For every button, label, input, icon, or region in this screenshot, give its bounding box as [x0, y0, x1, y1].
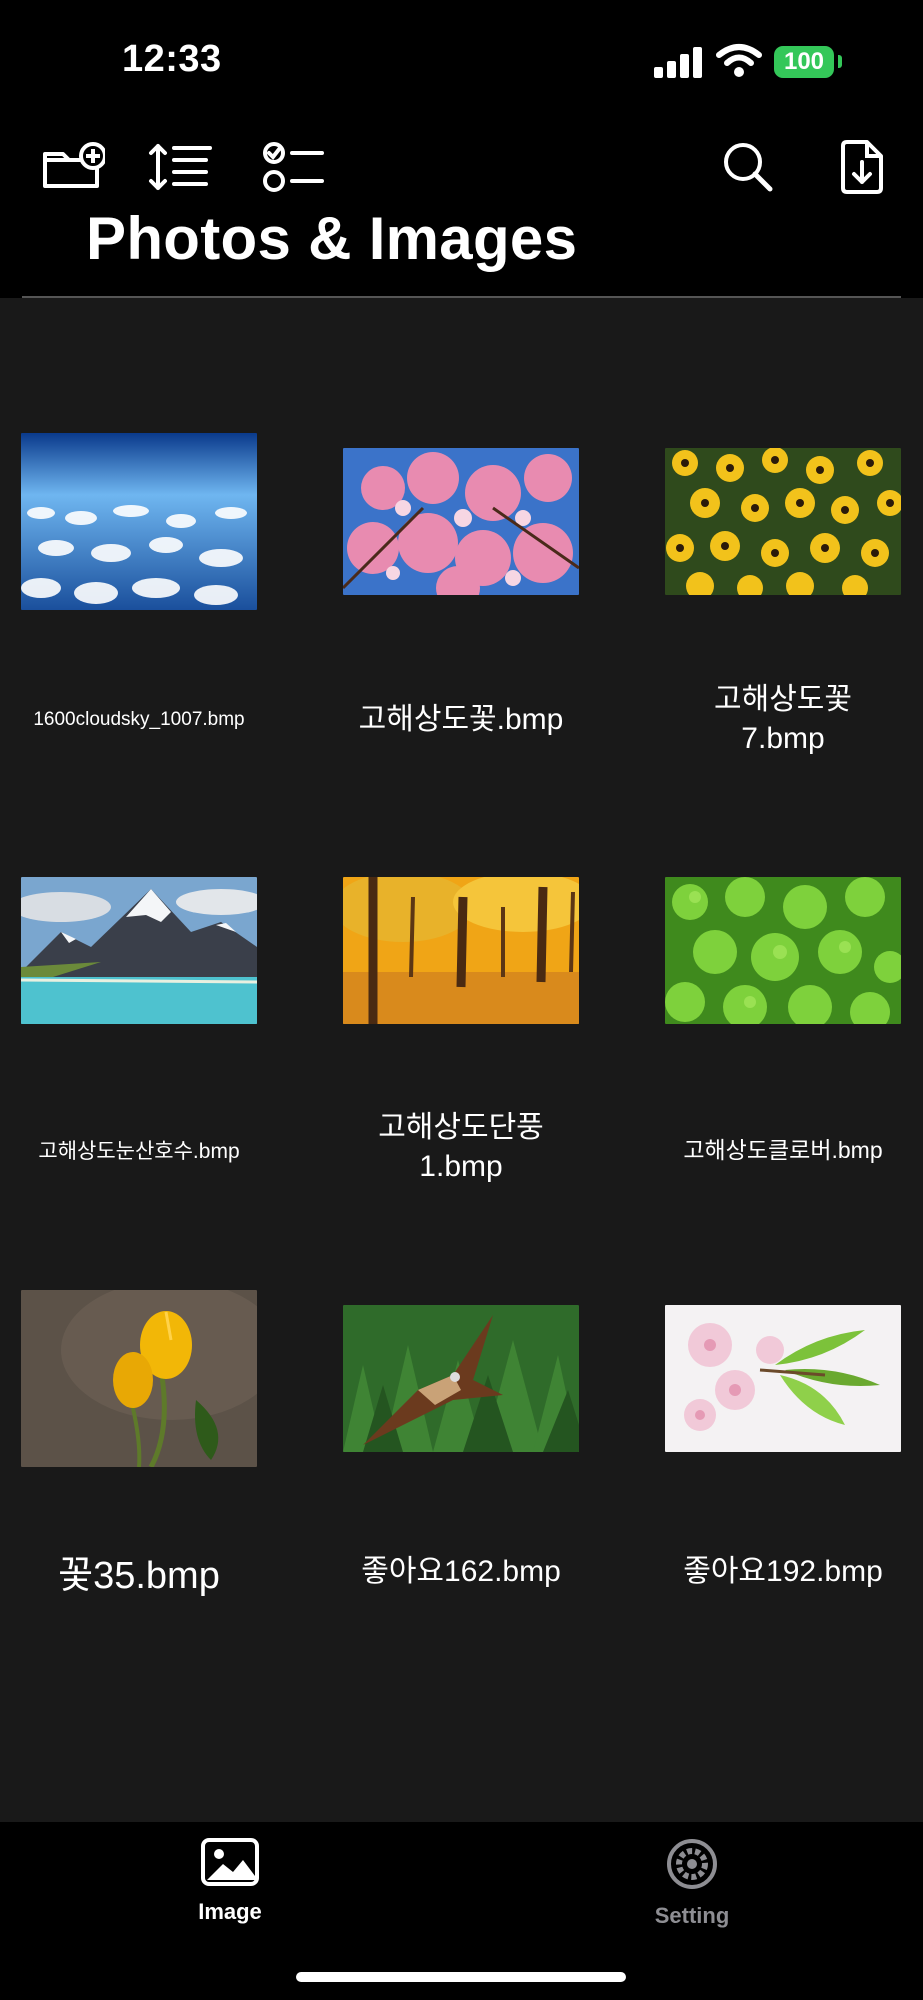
file-name: 고해상도꽃 7.bmp	[714, 683, 852, 755]
tab-setting[interactable]: Setting	[592, 1838, 792, 1929]
search-icon	[724, 143, 773, 192]
select-icon	[263, 142, 324, 192]
file-name: 꽃35.bmp	[58, 1555, 220, 1597]
yellow-flowers-thumbnail	[665, 448, 901, 595]
image-icon	[201, 1838, 259, 1886]
file-name: 고해상도클로버.bmp	[683, 1137, 883, 1163]
home-indicator	[296, 1972, 626, 1982]
status-time: 12:33	[122, 38, 222, 80]
file-name: 고해상도눈산호수.bmp	[38, 1140, 240, 1163]
snow-mountain-lake-thumbnail	[21, 877, 257, 1024]
battery-tip	[838, 55, 842, 68]
select-button[interactable]	[259, 132, 329, 202]
header: Photos & Images	[0, 120, 923, 298]
file-name: 1600cloudsky_1007.bmp	[33, 709, 245, 730]
page-title: Photos & Images	[86, 205, 578, 272]
tab-label: Image	[198, 1899, 262, 1924]
cherry-blossom-thumbnail	[665, 1305, 901, 1452]
status-bar: 12:33 100	[0, 0, 923, 120]
file-name: 고해상도꽃.bmp	[358, 703, 564, 736]
tab-image[interactable]: Image	[130, 1838, 330, 1925]
gear-icon	[667, 1839, 717, 1889]
battery-level: 100	[783, 48, 825, 75]
hawk-forest-thumbnail	[343, 1305, 579, 1452]
wifi-icon	[716, 44, 762, 77]
pink-blossoms-thumbnail	[343, 448, 579, 595]
sky-clouds-thumbnail	[21, 433, 257, 610]
yellow-tulips-thumbnail	[21, 1290, 257, 1467]
clover-thumbnail	[665, 877, 901, 1024]
autumn-trees-thumbnail	[343, 877, 579, 1024]
new-folder-icon	[43, 142, 105, 188]
import-file-icon	[841, 140, 883, 194]
sort-button[interactable]	[145, 132, 215, 202]
file-name: 좋아요192.bmp	[683, 1555, 883, 1588]
cellular-signal-icon	[654, 46, 702, 78]
new-folder-button[interactable]	[38, 132, 108, 202]
tab-label: Setting	[654, 1903, 730, 1928]
battery-indicator: 100	[774, 46, 834, 78]
search-button[interactable]	[713, 132, 783, 202]
file-name: 고해상도단풍 1.bmp	[378, 1111, 544, 1183]
sort-icon	[149, 144, 212, 190]
file-name: 좋아요162.bmp	[361, 1555, 561, 1588]
import-file-button[interactable]	[827, 132, 897, 202]
header-divider	[22, 296, 901, 298]
